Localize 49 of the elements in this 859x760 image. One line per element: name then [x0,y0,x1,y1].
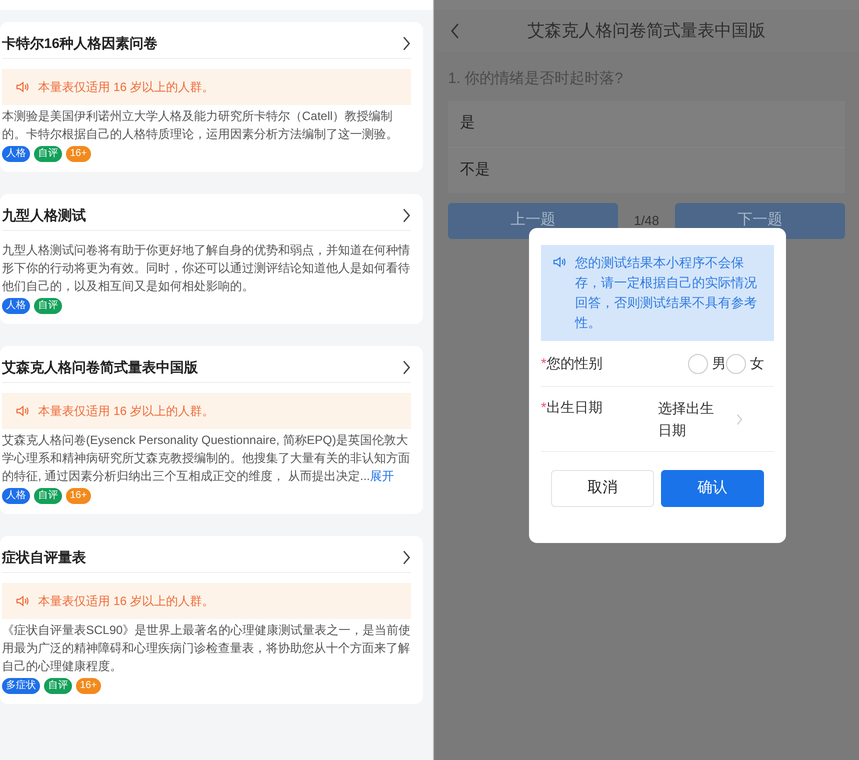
answer-option[interactable]: 是 [448,100,845,146]
required-mark: * [541,354,546,373]
page-title: 艾森克人格问卷简式量表中国版 [528,20,766,42]
tag: 16+ [66,488,91,504]
chevron-right-icon [402,208,411,222]
speaker-icon [16,405,30,417]
card-description: 艾森克人格问卷(Eysenck Personality Questionnaire, 简称EPQ)是英国伦敦大学心理系和精神病研究所艾森克教授编制的。他搜集了大量有关的非认知方面的特征, 通过因素分析归纳出三个互相成正交的维度， 从而提出决定...展开 [2,432,411,485]
tag: 自评 [34,146,62,162]
back-icon [450,22,460,40]
test-card[interactable]: 九型人格测试 九型人格测试问卷将有助于你更好地了解自身的优势和弱点，并知道在何种情形下你的行动将更为有效。同时，你还可以通过测评结论知道他人是如何看待他们自己的，以及相互间又是如何相处影响的。 人格 自评 [0,194,423,324]
chevron-right-icon [402,36,411,50]
tag: 自评 [34,298,62,314]
date-picker[interactable]: 选择出生日期 [658,397,754,441]
expand-link[interactable]: 展开 [370,469,394,483]
card-title: 症状自评量表 [2,548,86,566]
test-card[interactable]: 症状自评量表 本量表仅适用 16 岁以上的人群。 《症状自评量表SCL90》是世界上最著名的心理健康测试量表之一，是当前使用最为广泛的精神障碍和心理疾病门诊检查量表，将协助您从十个方面来了解自己的心理健康程度。 多症状 自评 16+ [0,536,423,704]
chevron-right-icon [402,360,411,374]
tag: 自评 [44,678,72,694]
chevron-right-icon [402,550,411,564]
tag: 自评 [34,488,62,504]
card-title: 九型人格测试 [2,206,86,224]
progress-text: 1/48 [634,212,660,230]
speaker-icon [553,256,567,268]
card-title: 艾森克人格问卷简式量表中国版 [2,358,198,377]
answer-option[interactable]: 不是 [448,146,845,192]
notice-text: 本量表仅适用 16 岁以上的人群。 [38,79,214,96]
tag: 16+ [66,146,91,162]
tag: 多症状 [2,678,40,694]
notice-text: 本量表仅适用 16 岁以上的人群。 [38,593,214,610]
required-mark: * [541,398,546,417]
test-card[interactable]: 卡特尔16种人格因素问卷 本量表仅适用 16 岁以上的人群。 本测验是美国伊利诺州立大学人格及能力研究所卡特尔（Catell）教授编制的。卡特尔根据自己的人格特质理论，运用因素分析方法编制了这一测验。 人格 自评 16+ [0,22,423,172]
notice-text: 本量表仅适用 16 岁以上的人群。 [38,403,214,420]
tag: 人格 [2,488,30,504]
tag: 16+ [76,678,101,694]
confirm-button[interactable]: 确认 [661,470,764,507]
chevron-right-icon [736,412,743,426]
card-description: 本测验是美国伊利诺州立大学人格及能力研究所卡特尔（Catell）教授编制的。卡特尔根据自己的人格特质理论，运用因素分析方法编制了这一测验。 [2,108,399,143]
card-description: 九型人格测试问卷将有助于你更好地了解自身的优势和弱点，并知道在何种情形下你的行动将更为有效。同时，你还可以通过测评结论知道他人是如何看待他们自己的，以及相互间又是如何相处影响的。 [2,242,411,295]
tag: 人格 [2,146,30,162]
card-description: 《症状自评量表SCL90》是世界上最著名的心理健康测试量表之一，是当前使用最为广泛的精神障碍和心理疾病门诊检查量表，将协助您从十个方面来了解自己的心理健康程度。 [2,622,411,675]
tag: 人格 [2,298,30,314]
card-title: 卡特尔16种人格因素问卷 [2,34,158,52]
notice-text: 您的测试结果本小程序不会保存，请一定根据自己的实际情况回答，否则测试结果不具有参考性。 [575,254,758,332]
test-card[interactable]: 艾森克人格问卷简式量表中国版 本量表仅适用 16 岁以上的人群。 艾森克人格问卷(Eysenck Personality Questionnaire, 简称EPQ)是英国伦敦大学心理系和精神病研究所艾森克教授编制的。他搜集了大量有关的非认知方面的特征, 通过因素分析归纳出三个互相成正交的维度， 从而提出决定...展开 人格 自评 16+ [0,346,423,514]
speaker-icon [16,81,30,93]
field-label: 您的性别 [546,354,602,373]
cancel-button[interactable]: 取消 [551,470,654,507]
speaker-icon [16,595,30,607]
field-label: 出生日期 [546,398,602,417]
